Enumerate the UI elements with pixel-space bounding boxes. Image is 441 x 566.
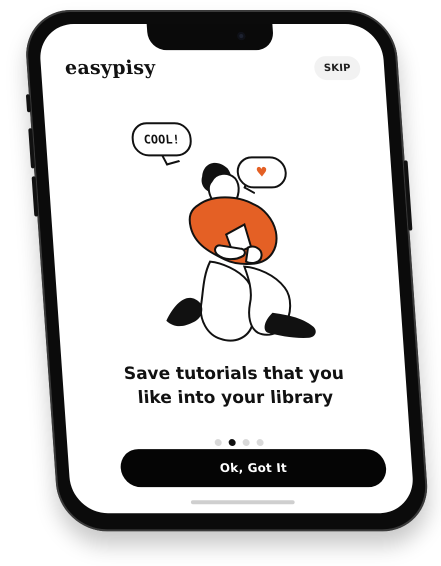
onboarding-title-line-1: Save tutorials that you	[123, 363, 345, 384]
skip-button[interactable]: SKIP	[313, 56, 362, 81]
app-logo: easypisy	[64, 57, 157, 80]
ok-got-it-button[interactable]: Ok, Got It	[119, 449, 388, 488]
pagination-dot-3[interactable]	[241, 439, 250, 447]
phone-notch	[146, 24, 275, 51]
mockup-stage: easypisy SKIP COOL! ♥ Save tutorials tha…	[0, 0, 441, 566]
camera-icon	[237, 32, 246, 41]
pagination-dot-1[interactable]	[213, 439, 222, 447]
heart-icon: ♥	[256, 162, 268, 182]
pagination-dot-4[interactable]	[255, 439, 264, 447]
phone-device: easypisy SKIP COOL! ♥ Save tutorials tha…	[23, 10, 431, 532]
onboarding-header: easypisy SKIP	[64, 55, 362, 81]
onboarding-illustration: COOL! ♥	[130, 112, 336, 353]
onboarding-title-line-2: like into your library	[137, 387, 334, 408]
pagination-dots	[67, 439, 411, 447]
pagination-dot-2[interactable]	[227, 439, 236, 447]
cool-speech-bubble: COOL!	[130, 122, 193, 157]
right-hand-shape	[244, 245, 263, 264]
onboarding-title: Save tutorials that you like into your l…	[101, 362, 368, 410]
left-shoe-shape	[166, 297, 203, 327]
heart-speech-bubble: ♥	[235, 156, 288, 189]
phone-screen: easypisy SKIP COOL! ♥ Save tutorials tha…	[37, 24, 416, 514]
home-indicator	[190, 500, 295, 505]
